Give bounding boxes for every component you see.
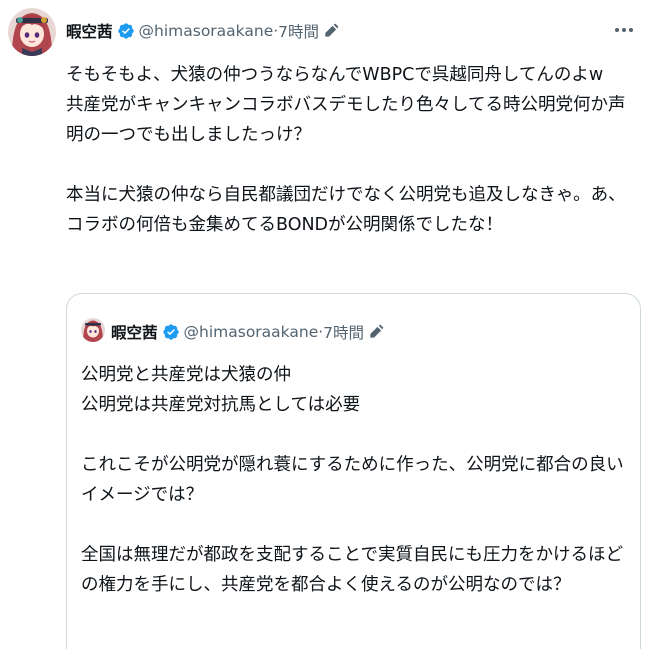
avatar[interactable] — [8, 8, 56, 56]
edited-pencil-icon[interactable] — [323, 23, 339, 39]
quoted-display-name[interactable]: 暇空茜 — [111, 321, 158, 343]
tweet-text: そもそもよ、犬猿の仲つうならなんでWBPCで呉越同舟してんのよw 共産党がキャン… — [66, 65, 626, 235]
tweet[interactable]: 暇空茜 @himasoraakane · 7時間 そもそもよ、犬猿の仲つうならな… — [0, 0, 649, 649]
timestamp[interactable]: 7時間 — [278, 20, 319, 42]
tweet-header: 暇空茜 @himasoraakane · 7時間 — [66, 20, 339, 42]
quoted-tweet[interactable]: 暇空茜 @himasoraakane · 7時間 公明党と共産党は犬猿の仲 公明… — [66, 293, 641, 649]
anime-girl-avatar-icon — [8, 8, 56, 56]
edited-pencil-icon[interactable] — [368, 324, 384, 340]
quoted-header: 暇空茜 @himasoraakane · 7時間 — [111, 321, 384, 343]
handle[interactable]: @himasoraakane — [139, 22, 274, 40]
anime-girl-avatar-icon — [81, 318, 105, 342]
verified-badge-icon — [162, 323, 180, 341]
display-name[interactable]: 暇空茜 — [66, 20, 113, 42]
quoted-avatar[interactable] — [81, 318, 105, 342]
verified-badge-icon — [117, 22, 135, 40]
quoted-timestamp[interactable]: 7時間 — [323, 321, 364, 343]
quoted-handle[interactable]: @himasoraakane — [184, 323, 319, 341]
more-options-icon[interactable] — [613, 22, 635, 36]
quoted-text: 公明党と共産党は犬猿の仲 公明党は共産党対抗馬としては必要 これこそが公明党が隠… — [81, 365, 624, 595]
